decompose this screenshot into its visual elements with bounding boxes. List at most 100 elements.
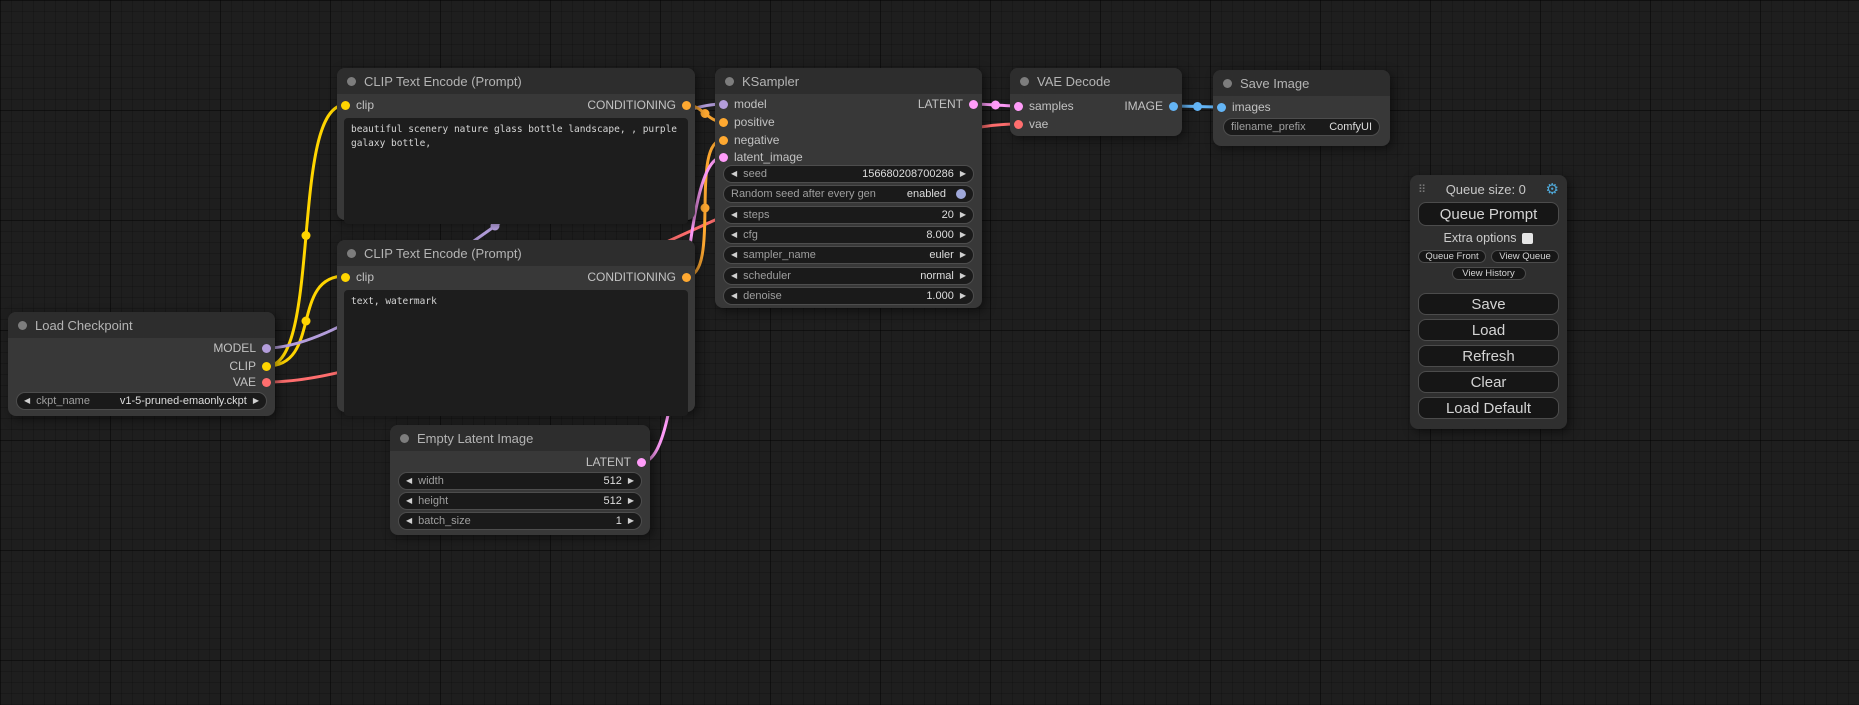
save-button[interactable]: Save (1418, 293, 1559, 315)
clear-button[interactable]: Clear (1418, 371, 1559, 393)
decrement-arrow-icon[interactable]: ◀ (731, 231, 737, 239)
load-default-button[interactable]: Load Default (1418, 397, 1559, 419)
input-slot-negative[interactable]: negative (719, 132, 779, 148)
increment-arrow-icon[interactable]: ▶ (628, 517, 634, 525)
latent-output-dot[interactable] (969, 100, 978, 109)
negative-input-dot[interactable] (719, 136, 728, 145)
input-slot-latent-image[interactable]: latent_image (719, 149, 803, 165)
increment-arrow-icon[interactable]: ▶ (960, 170, 966, 178)
filename-prefix-widget[interactable]: filename_prefix ComfyUI (1223, 118, 1380, 136)
node-title-bar[interactable]: Load Checkpoint (8, 312, 275, 338)
prev-arrow-icon[interactable]: ◀ (731, 251, 737, 259)
output-slot-model[interactable]: MODEL (213, 340, 271, 356)
decrement-arrow-icon[interactable]: ◀ (406, 517, 412, 525)
increment-arrow-icon[interactable]: ▶ (960, 231, 966, 239)
model-output-dot[interactable] (262, 344, 271, 353)
width-widget[interactable]: ◀ width 512 ▶ (398, 472, 642, 490)
node-load-checkpoint[interactable]: Load Checkpoint MODEL CLIP VAE ◀ ckpt_na… (8, 312, 275, 416)
height-widget[interactable]: ◀ height 512 ▶ (398, 492, 642, 510)
node-clip-text-encode-positive[interactable]: CLIP Text Encode (Prompt) clip CONDITION… (337, 68, 695, 220)
output-slot-image[interactable]: IMAGE (1124, 98, 1178, 114)
node-save-image[interactable]: Save Image images filename_prefix ComfyU… (1213, 70, 1390, 146)
conditioning-output-dot[interactable] (682, 101, 691, 110)
node-empty-latent-image[interactable]: Empty Latent Image LATENT ◀ width 512 ▶ … (390, 425, 650, 535)
input-slot-clip[interactable]: clip (341, 269, 374, 285)
random-seed-toggle-widget[interactable]: Random seed after every gen enabled (723, 185, 974, 203)
image-output-dot[interactable] (1169, 102, 1178, 111)
denoise-widget[interactable]: ◀ denoise 1.000 ▶ (723, 287, 974, 305)
clip-input-dot[interactable] (341, 101, 350, 110)
node-vae-decode[interactable]: VAE Decode samples vae IMAGE (1010, 68, 1182, 136)
increment-arrow-icon[interactable]: ▶ (960, 292, 966, 300)
increment-arrow-icon[interactable]: ▶ (628, 497, 634, 505)
extra-options-checkbox[interactable] (1522, 233, 1533, 244)
latent-input-dot[interactable] (719, 153, 728, 162)
cfg-widget[interactable]: ◀ cfg 8.000 ▶ (723, 226, 974, 244)
input-slot-samples[interactable]: samples (1014, 98, 1074, 114)
view-history-button[interactable]: View History (1452, 267, 1526, 280)
ckpt-name-widget[interactable]: ◀ ckpt_name v1-5-pruned-emaonly.ckpt ▶ (16, 392, 267, 410)
input-slot-clip[interactable]: clip (341, 97, 374, 113)
output-slot-latent[interactable]: LATENT (586, 454, 646, 470)
decrement-arrow-icon[interactable]: ◀ (731, 292, 737, 300)
node-ksampler[interactable]: KSampler model positive negative latent_… (715, 68, 982, 308)
input-slot-positive[interactable]: positive (719, 114, 775, 130)
positive-prompt-textarea[interactable]: beautiful scenery nature glass bottle la… (344, 118, 688, 224)
scheduler-widget[interactable]: ◀ scheduler normal ▶ (723, 267, 974, 285)
node-title-bar[interactable]: Save Image (1213, 70, 1390, 96)
node-collapse-dot-icon[interactable] (1223, 79, 1232, 88)
vae-output-dot[interactable] (262, 378, 271, 387)
batch-size-widget[interactable]: ◀ batch_size 1 ▶ (398, 512, 642, 530)
model-input-dot[interactable] (719, 100, 728, 109)
output-slot-clip[interactable]: CLIP (229, 358, 271, 374)
clip-input-dot[interactable] (341, 273, 350, 282)
node-title-bar[interactable]: VAE Decode (1010, 68, 1182, 94)
decrement-arrow-icon[interactable]: ◀ (731, 170, 737, 178)
next-arrow-icon[interactable]: ▶ (253, 397, 259, 405)
input-slot-images[interactable]: images (1217, 99, 1271, 115)
node-collapse-dot-icon[interactable] (400, 434, 409, 443)
refresh-button[interactable]: Refresh (1418, 345, 1559, 367)
clip-output-dot[interactable] (262, 362, 271, 371)
output-slot-vae[interactable]: VAE (233, 374, 271, 390)
node-collapse-dot-icon[interactable] (18, 321, 27, 330)
input-slot-vae[interactable]: vae (1014, 116, 1048, 132)
toggle-indicator-icon[interactable] (956, 189, 966, 199)
node-collapse-dot-icon[interactable] (347, 77, 356, 86)
settings-gear-icon[interactable]: ⚙ (1546, 182, 1559, 197)
negative-prompt-textarea[interactable]: text, watermark (344, 290, 688, 416)
node-graph-canvas[interactable]: Load Checkpoint MODEL CLIP VAE ◀ ckpt_na… (0, 0, 1859, 705)
queue-prompt-button[interactable]: Queue Prompt (1418, 202, 1559, 226)
increment-arrow-icon[interactable]: ▶ (960, 211, 966, 219)
sampler-name-widget[interactable]: ◀ sampler_name euler ▶ (723, 246, 974, 264)
output-slot-latent[interactable]: LATENT (918, 96, 978, 112)
seed-widget[interactable]: ◀ seed 156680208700286 ▶ (723, 165, 974, 183)
node-collapse-dot-icon[interactable] (725, 77, 734, 86)
vae-input-dot[interactable] (1014, 120, 1023, 129)
conditioning-output-dot[interactable] (682, 273, 691, 282)
node-collapse-dot-icon[interactable] (1020, 77, 1029, 86)
output-slot-conditioning[interactable]: CONDITIONING (587, 269, 691, 285)
steps-widget[interactable]: ◀ steps 20 ▶ (723, 206, 974, 224)
view-queue-button[interactable]: View Queue (1491, 250, 1559, 263)
drag-handle-icon[interactable]: ⠿ (1418, 183, 1426, 196)
queue-front-button[interactable]: Queue Front (1418, 250, 1486, 263)
prev-arrow-icon[interactable]: ◀ (731, 272, 737, 280)
images-input-dot[interactable] (1217, 103, 1226, 112)
samples-input-dot[interactable] (1014, 102, 1023, 111)
positive-input-dot[interactable] (719, 118, 728, 127)
node-title-bar[interactable]: CLIP Text Encode (Prompt) (337, 240, 695, 266)
decrement-arrow-icon[interactable]: ◀ (731, 211, 737, 219)
next-arrow-icon[interactable]: ▶ (960, 272, 966, 280)
output-slot-conditioning[interactable]: CONDITIONING (587, 97, 691, 113)
next-arrow-icon[interactable]: ▶ (960, 251, 966, 259)
increment-arrow-icon[interactable]: ▶ (628, 477, 634, 485)
node-title-bar[interactable]: Empty Latent Image (390, 425, 650, 451)
decrement-arrow-icon[interactable]: ◀ (406, 477, 412, 485)
node-title-bar[interactable]: CLIP Text Encode (Prompt) (337, 68, 695, 94)
input-slot-model[interactable]: model (719, 96, 767, 112)
load-button[interactable]: Load (1418, 319, 1559, 341)
decrement-arrow-icon[interactable]: ◀ (406, 497, 412, 505)
node-collapse-dot-icon[interactable] (347, 249, 356, 258)
prev-arrow-icon[interactable]: ◀ (24, 397, 30, 405)
